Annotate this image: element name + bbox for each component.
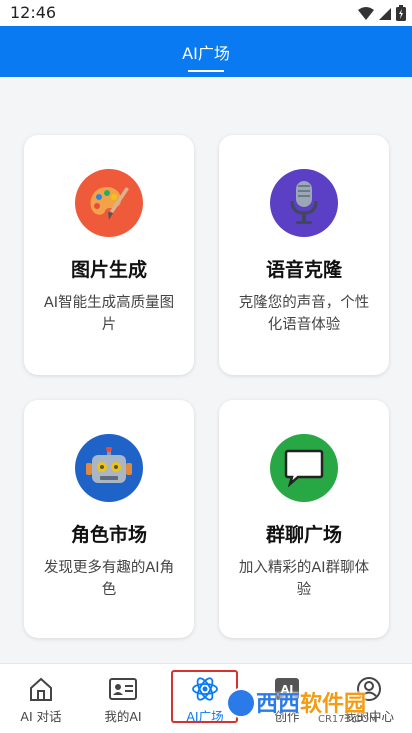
card-description: 加入精彩的AI群聊体验 [238, 560, 370, 598]
feature-grid: 图片生成 AI智能生成高质量图片 语音克隆 克隆您的声音，个性化语音体验 角色市… [0, 77, 412, 663]
card-voice-clone[interactable]: 语音克隆 克隆您的声音，个性化语音体验 [219, 135, 389, 375]
chat-bubble-icon [270, 434, 338, 502]
watermark-url: CR173.COM [318, 714, 378, 725]
status-time: 12:46 [10, 3, 57, 22]
nav-item-my-ai[interactable]: 我的AI [82, 664, 164, 733]
card-group-chat[interactable]: 群聊广场 加入精彩的AI群聊体验 [219, 400, 389, 638]
nav-label: AI 对话 [20, 709, 62, 724]
nav-label: 我的AI [104, 709, 142, 724]
card-description: 克隆您的声音，个性化语音体验 [238, 295, 370, 333]
microphone-icon [270, 169, 338, 237]
robot-icon [75, 434, 143, 502]
card-image-generation[interactable]: 图片生成 AI智能生成高质量图片 [24, 135, 194, 375]
card-description: 发现更多有趣的AI角色 [43, 560, 175, 598]
battery-icon [396, 5, 406, 25]
card-title: 角色市场 [70, 524, 147, 546]
home-icon [27, 676, 55, 702]
signal-icon [378, 6, 392, 25]
page-title: AI广场 [182, 44, 230, 63]
watermark: 西西软件园 CR173.COM [222, 680, 412, 732]
card-character-market[interactable]: 角色市场 发现更多有趣的AI角色 [24, 400, 194, 638]
id-card-icon [109, 676, 137, 702]
wifi-icon [358, 6, 374, 25]
nav-item-ai-chat[interactable]: AI 对话 [0, 664, 82, 733]
watermark-logo-icon [226, 688, 256, 718]
palette-icon [75, 169, 143, 237]
status-icons [358, 5, 406, 25]
card-description: AI智能生成高质量图片 [43, 295, 175, 333]
card-title: 图片生成 [70, 259, 147, 281]
watermark-brand-a: 西西 [256, 692, 301, 717]
card-title: 群聊广场 [265, 524, 342, 546]
app-bar: AI广场 [0, 26, 412, 77]
title-underline [188, 70, 224, 72]
status-bar: 12:46 [0, 0, 412, 26]
card-title: 语音克隆 [265, 259, 342, 281]
